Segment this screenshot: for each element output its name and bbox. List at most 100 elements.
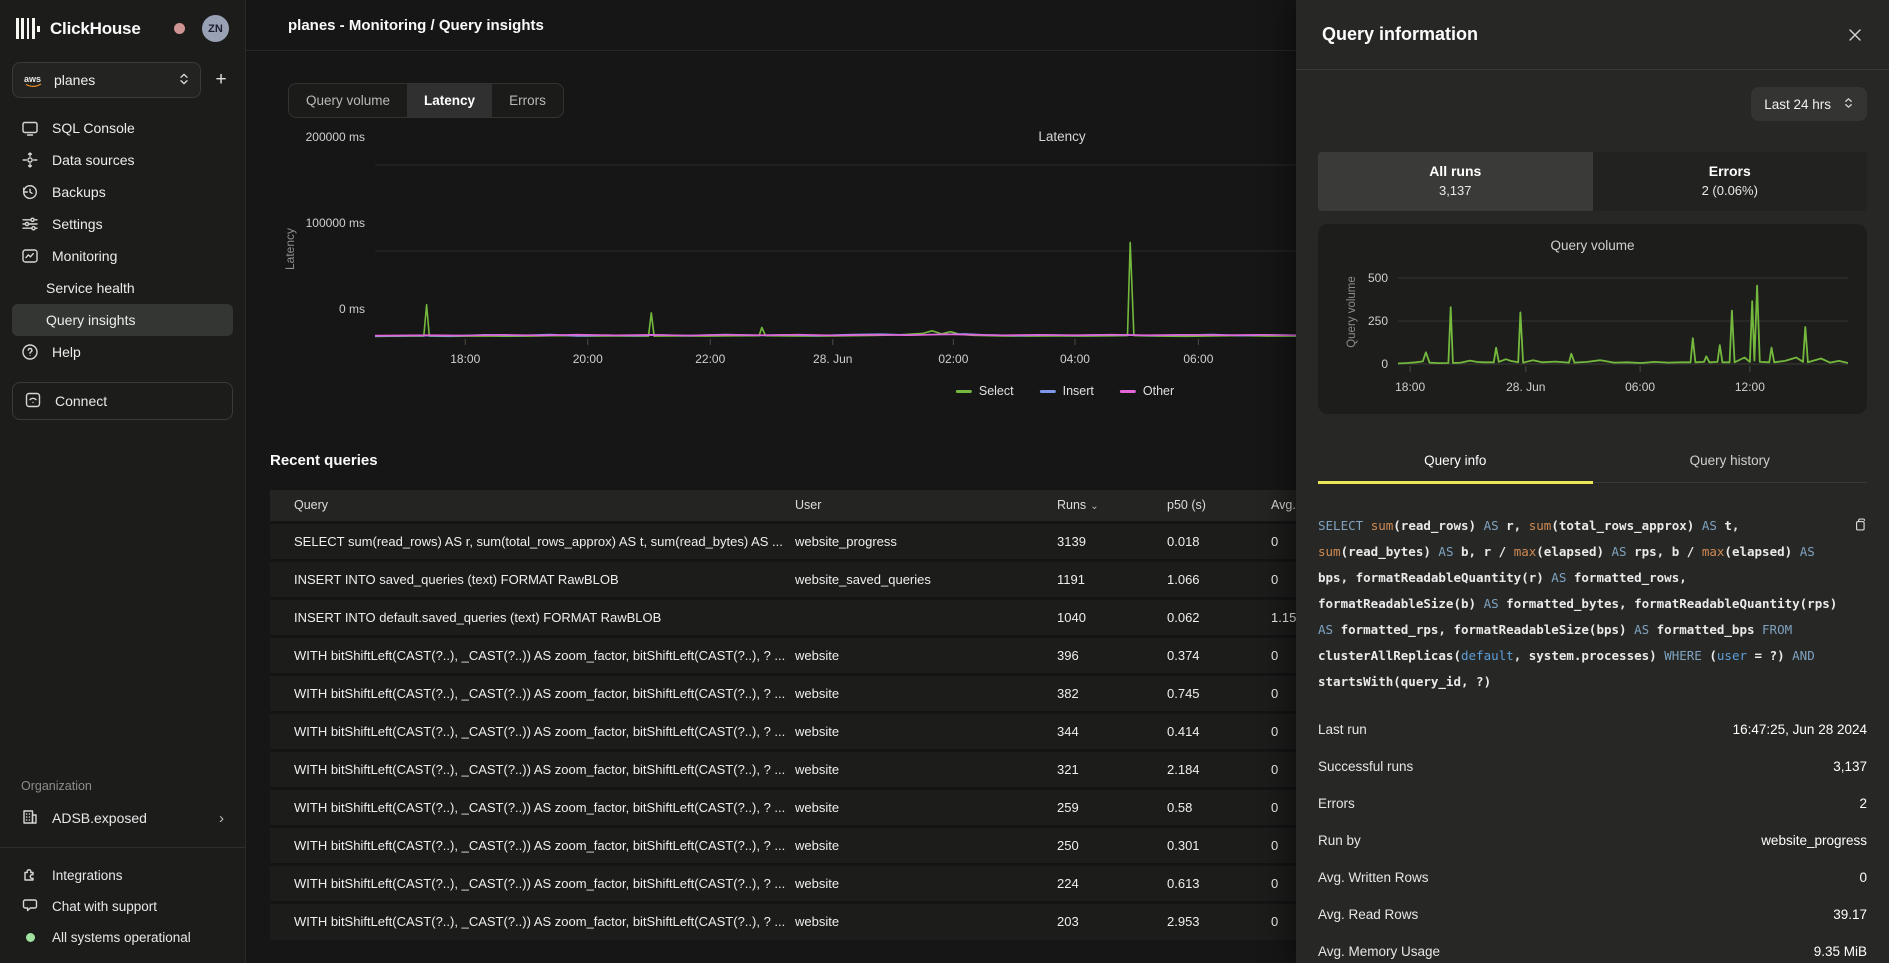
connect-icon: [24, 391, 42, 412]
y-tick: 100000 ms: [246, 216, 365, 230]
legend-item-select[interactable]: Select: [956, 384, 1014, 398]
volume-chart-title: Query volume: [1318, 238, 1867, 253]
panel-body: Last 24 hrs All runs 3,137 Errors 2 (0.0…: [1296, 87, 1889, 963]
detail-row: Avg. Read Rows39.17: [1318, 896, 1867, 933]
sidebar-item-help[interactable]: Help: [12, 336, 233, 368]
detail-row: Last run16:47:25, Jun 28 2024: [1318, 711, 1867, 748]
tab-query-info[interactable]: Query info: [1318, 441, 1593, 484]
main-content: planes - Monitoring / Query insights Que…: [246, 0, 1296, 963]
col-query[interactable]: Query: [270, 490, 795, 522]
col-user[interactable]: User: [795, 490, 1057, 522]
page-header: planes - Monitoring / Query insights: [246, 0, 1296, 51]
table-row[interactable]: SELECT sum(read_rows) AS r, sum(total_ro…: [270, 522, 1296, 560]
recent-queries-section: Recent queries Query User Runs⌄ p50 (s) …: [270, 452, 1296, 963]
clickhouse-logo-icon: [16, 18, 40, 40]
latency-plot-area[interactable]: [375, 150, 1296, 348]
panel-header: Query information: [1296, 0, 1889, 70]
app-window: ClickHouse ZN aws planes + SQL Console: [0, 0, 1889, 963]
organization-label: Organization: [12, 779, 233, 793]
console-icon: [21, 119, 39, 137]
y-axis-label: Latency: [283, 199, 297, 299]
x-tick: 18:00: [1395, 380, 1425, 394]
chart-legend: Select Insert Other: [956, 384, 1174, 398]
y-tick: 0: [1354, 357, 1388, 371]
connect-button[interactable]: Connect: [12, 382, 233, 420]
x-tick: 28. Jun: [1506, 380, 1545, 394]
x-tick: 28. Jun: [813, 352, 852, 366]
sidebar-item-settings[interactable]: Settings: [12, 208, 233, 240]
table-row[interactable]: INSERT INTO default.saved_queries (text)…: [270, 598, 1296, 636]
page-title: planes - Monitoring / Query insights: [288, 17, 544, 34]
sliders-icon: [21, 215, 39, 233]
table-row[interactable]: WITH bitShiftLeft(CAST(?..), _CAST(?..))…: [270, 750, 1296, 788]
detail-row: Run bywebsite_progress: [1318, 822, 1867, 859]
detail-row: Avg. Memory Usage9.35 MiB: [1318, 933, 1867, 963]
aws-icon: aws: [23, 73, 45, 87]
table-row[interactable]: WITH bitShiftLeft(CAST(?..), _CAST(?..))…: [270, 674, 1296, 712]
runs-errors-toggle: All runs 3,137 Errors 2 (0.06%): [1318, 152, 1867, 211]
table-row[interactable]: WITH bitShiftLeft(CAST(?..), _CAST(?..))…: [270, 712, 1296, 750]
building-icon: [21, 808, 39, 829]
legend-item-insert[interactable]: Insert: [1040, 384, 1094, 398]
table-row[interactable]: WITH bitShiftLeft(CAST(?..), _CAST(?..))…: [270, 902, 1296, 940]
notification-dot-icon[interactable]: [174, 23, 185, 34]
errors-toggle[interactable]: Errors 2 (0.06%): [1593, 152, 1868, 211]
sidebar: ClickHouse ZN aws planes + SQL Console: [0, 0, 246, 963]
close-icon[interactable]: [1847, 27, 1863, 43]
sidebar-item-query-insights[interactable]: Query insights: [12, 304, 233, 336]
table-row[interactable]: WITH bitShiftLeft(CAST(?..), _CAST(?..))…: [270, 826, 1296, 864]
y-tick: 250: [1354, 314, 1388, 328]
sql-code-block[interactable]: SELECT sum(read_rows) AS r, sum(total_ro…: [1318, 513, 1867, 695]
copy-icon[interactable]: [1852, 515, 1867, 541]
volume-plot-area[interactable]: [1398, 266, 1848, 376]
chat-bubble-icon: [21, 896, 39, 917]
help-icon: [21, 343, 39, 361]
x-tick: 20:00: [573, 352, 603, 366]
time-range-select[interactable]: Last 24 hrs: [1751, 87, 1867, 121]
sidebar-item-sql-console[interactable]: SQL Console: [12, 112, 233, 144]
x-tick: 04:00: [1060, 352, 1090, 366]
sidebar-item-monitoring[interactable]: Monitoring: [12, 240, 233, 272]
all-runs-toggle[interactable]: All runs 3,137: [1318, 152, 1593, 211]
sidebar-nav: SQL Console Data sources Backups Setting…: [12, 112, 233, 368]
table-row[interactable]: WITH bitShiftLeft(CAST(?..), _CAST(?..))…: [270, 864, 1296, 902]
sidebar-item-integrations[interactable]: Integrations: [12, 860, 233, 891]
table-row[interactable]: WITH bitShiftLeft(CAST(?..), _CAST(?..))…: [270, 788, 1296, 826]
system-status[interactable]: All systems operational: [12, 922, 233, 953]
col-p50[interactable]: p50 (s): [1167, 490, 1271, 522]
tab-query-history[interactable]: Query history: [1593, 441, 1868, 482]
avatar[interactable]: ZN: [202, 15, 229, 42]
add-service-button[interactable]: +: [209, 69, 233, 91]
detail-row: Successful runs3,137: [1318, 748, 1867, 785]
recent-queries-title: Recent queries: [270, 452, 1296, 469]
panel-title: Query information: [1322, 24, 1478, 45]
app-title: ClickHouse: [50, 19, 141, 39]
table-row[interactable]: INSERT INTO saved_queries (text) FORMAT …: [270, 560, 1296, 598]
detail-row: Avg. Written Rows0: [1318, 859, 1867, 896]
col-runs[interactable]: Runs⌄: [1057, 490, 1167, 522]
col-avg[interactable]: Avg.: [1271, 490, 1296, 522]
sidebar-item-data-sources[interactable]: Data sources: [12, 144, 233, 176]
legend-item-other[interactable]: Other: [1120, 384, 1174, 398]
x-tick: 22:00: [695, 352, 725, 366]
chart-title: Latency: [1038, 129, 1085, 144]
panel-tabs: Query info Query history: [1318, 441, 1867, 483]
errors-count: 2 (0.06%): [1593, 183, 1868, 198]
organization-name: ADSB.exposed: [52, 810, 147, 826]
x-tick: 18:00: [450, 352, 480, 366]
service-selector[interactable]: aws planes: [12, 62, 201, 98]
x-tick: 06:00: [1183, 352, 1213, 366]
table-row[interactable]: WITH bitShiftLeft(CAST(?..), _CAST(?..))…: [270, 636, 1296, 674]
organization-switcher[interactable]: ADSB.exposed ›: [12, 803, 233, 833]
service-name: planes: [54, 72, 95, 88]
latency-chart: Latency Latency 200000 ms 100000 ms 0 ms…: [246, 112, 1296, 412]
monitoring-icon: [21, 247, 39, 265]
svg-text:aws: aws: [24, 74, 41, 84]
sidebar-item-chat-support[interactable]: Chat with support: [12, 891, 233, 922]
sidebar-item-backups[interactable]: Backups: [12, 176, 233, 208]
sort-desc-icon: ⌄: [1090, 501, 1098, 512]
chevron-up-down-icon: [1843, 96, 1854, 113]
service-row: aws planes +: [12, 62, 233, 98]
sidebar-item-service-health[interactable]: Service health: [12, 272, 233, 304]
detail-row: Errors2: [1318, 785, 1867, 822]
